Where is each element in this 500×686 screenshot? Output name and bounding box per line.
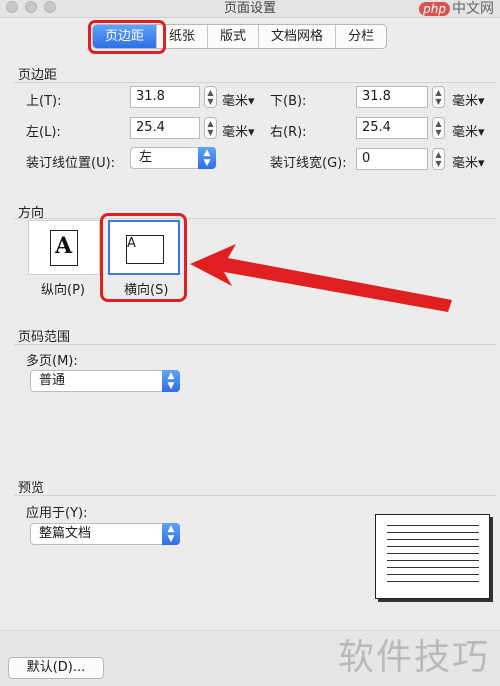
margins-header: 页边距 (18, 68, 58, 83)
watermark-brand: php (419, 2, 450, 16)
tab-highlight-annotation (88, 20, 166, 54)
margins-divider (14, 82, 496, 83)
red-arrow-annotation (190, 244, 452, 312)
watermark-top: php 中文网 (419, 0, 494, 18)
left-margin-input[interactable]: 25.4 (130, 117, 200, 139)
tab-document-grid[interactable]: 文档网格 (259, 25, 337, 48)
portrait-label: 纵向(P) (41, 283, 85, 298)
landscape-page-icon: A (126, 235, 164, 264)
orientation-divider (14, 218, 496, 219)
tab-layout[interactable]: 版式 (208, 25, 260, 48)
multiple-pages-select[interactable]: 普通 (30, 370, 180, 392)
portrait-button[interactable]: A (28, 220, 100, 275)
default-button[interactable]: 默认(D)... (8, 657, 104, 679)
bottom-margin-input[interactable]: 31.8 (356, 86, 428, 108)
right-margin-unit[interactable]: 毫米▾ (452, 121, 485, 140)
page-preview (375, 514, 490, 599)
pages-divider (14, 344, 496, 345)
watermark-top-text: 中文网 (452, 1, 494, 17)
right-margin-input[interactable]: 25.4 (356, 117, 428, 139)
gutter-width-stepper-icon[interactable]: ▲ ▼ (432, 148, 445, 170)
top-margin-stepper-icon[interactable]: ▲ ▼ (204, 86, 217, 108)
gutter-width-label: 装订线宽(G): (270, 156, 347, 171)
left-margin-unit[interactable]: 毫米▾ (222, 121, 255, 140)
left-margin-stepper-icon[interactable]: ▲ ▼ (204, 117, 217, 139)
gutter-position-label: 装订线位置(U): (26, 156, 116, 171)
bottom-margin-label: 下(B): (270, 94, 307, 109)
bottom-margin-unit[interactable]: 毫米▾ (452, 90, 485, 109)
apply-to-label: 应用于(Y): (26, 506, 88, 521)
gutter-width-input[interactable]: 0 (356, 148, 428, 170)
apply-to-select[interactable]: 整篇文档 (30, 523, 180, 545)
left-margin-label: 左(L): (26, 125, 61, 140)
tab-columns[interactable]: 分栏 (336, 25, 386, 48)
right-margin-stepper-icon[interactable]: ▲ ▼ (432, 117, 445, 139)
multiple-pages-label: 多页(M): (26, 354, 78, 369)
right-margin-label: 右(R): (270, 125, 307, 140)
preview-divider (14, 495, 496, 496)
multiple-pages-select-icon[interactable]: ▲ ▼ (162, 370, 180, 392)
preview-header: 预览 (18, 481, 45, 496)
portrait-page-icon: A (50, 230, 78, 266)
top-margin-unit[interactable]: 毫米▾ (222, 90, 255, 109)
gutter-position-select-icon[interactable]: ▲ ▼ (198, 147, 216, 169)
top-margin-input[interactable]: 31.8 (130, 86, 200, 108)
watermark-bottom: 软件技巧 (337, 637, 490, 678)
apply-to-select-icon[interactable]: ▲ ▼ (162, 523, 180, 545)
bottom-margin-stepper-icon[interactable]: ▲ ▼ (432, 86, 445, 108)
top-margin-label: 上(T): (26, 94, 62, 109)
landscape-label: 横向(S) (124, 283, 169, 298)
landscape-button[interactable]: A (108, 220, 180, 275)
gutter-width-unit[interactable]: 毫米▾ (452, 152, 485, 171)
pages-header: 页码范围 (18, 330, 71, 345)
